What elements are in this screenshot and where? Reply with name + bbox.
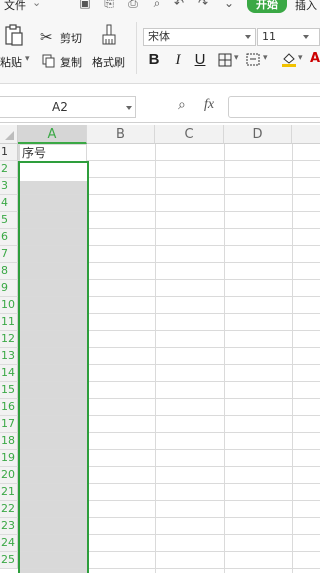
export-icon[interactable]: ⎘	[102, 0, 116, 10]
copy-button[interactable]: 复制	[60, 54, 82, 70]
row-header-12[interactable]: 12	[0, 331, 18, 348]
scissors-icon[interactable]: ✂	[40, 28, 53, 46]
column-header-d[interactable]: D	[224, 125, 292, 144]
cell-a1[interactable]: 序号	[20, 145, 86, 161]
tab-start[interactable]: 开始	[247, 0, 287, 13]
tab-insert[interactable]: 插入	[295, 0, 317, 13]
column-header-b[interactable]: B	[87, 125, 155, 144]
save-icon[interactable]: ▣	[78, 0, 92, 10]
row-header-17[interactable]: 17	[0, 416, 18, 433]
file-menu[interactable]: 文件	[4, 0, 26, 13]
grid-line	[224, 144, 225, 573]
grid-line	[292, 144, 293, 573]
selection-range-border	[18, 161, 89, 573]
format-painter-button[interactable]: 格式刷	[92, 54, 125, 70]
fill-color-icon[interactable]	[281, 51, 297, 68]
row-header-24[interactable]: 24	[0, 535, 18, 552]
name-box[interactable]: A2	[0, 96, 136, 118]
print-icon[interactable]: ⎙	[126, 0, 140, 10]
paste-icon[interactable]	[4, 24, 24, 46]
row-header-4[interactable]: 4	[0, 195, 18, 212]
fill-color-dropdown-icon[interactable]: ▾	[298, 53, 303, 63]
row-header-3[interactable]: 3	[0, 178, 18, 195]
underline-button[interactable]: U	[191, 50, 209, 70]
merge-dropdown-icon[interactable]: ▾	[263, 53, 268, 63]
row-header-13[interactable]: 13	[0, 348, 18, 365]
chevron-down-icon	[126, 106, 132, 110]
copy-icon[interactable]	[42, 54, 56, 68]
row-header-19[interactable]: 19	[0, 450, 18, 467]
font-name-select[interactable]: 宋体	[143, 28, 256, 46]
column-header-e[interactable]	[292, 125, 320, 144]
print-preview-icon[interactable]: ⌕	[150, 0, 164, 10]
row-header-23[interactable]: 23	[0, 518, 18, 535]
font-color-icon[interactable]: A	[310, 51, 320, 66]
file-menu-chevron-icon[interactable]: ⌄	[32, 0, 41, 9]
ribbon: 粘贴 ▾ ✂ 剪切 复制 格式刷 宋体 11 B I U ▾ ▾ ▾ A	[0, 16, 320, 84]
column-header-a[interactable]: A	[18, 125, 87, 144]
row-header-9[interactable]: 9	[0, 280, 18, 297]
fx-icon[interactable]: fx	[204, 97, 214, 113]
bold-button[interactable]: B	[145, 50, 163, 70]
column-header-c[interactable]: C	[155, 125, 224, 144]
row-header-21[interactable]: 21	[0, 484, 18, 501]
format-painter-icon[interactable]	[100, 24, 118, 46]
row-header-14[interactable]: 14	[0, 365, 18, 382]
row-header-11[interactable]: 11	[0, 314, 18, 331]
italic-button[interactable]: I	[169, 50, 187, 70]
row-header-10[interactable]: 10	[0, 297, 18, 314]
row-header-1[interactable]: 1	[0, 144, 18, 161]
redo-icon[interactable]: ↷	[196, 0, 210, 10]
font-size-select[interactable]: 11	[257, 28, 320, 46]
font-name-value: 宋体	[148, 30, 170, 43]
chevron-down-icon	[303, 35, 309, 39]
row-header-6[interactable]: 6	[0, 229, 18, 246]
row-header-22[interactable]: 22	[0, 501, 18, 518]
ribbon-divider	[136, 22, 137, 74]
row-header-20[interactable]: 20	[0, 467, 18, 484]
customize-toolbar-icon[interactable]: ⌄	[222, 0, 236, 10]
border-icon[interactable]	[218, 53, 232, 67]
chevron-down-icon	[245, 35, 251, 39]
row-header-7[interactable]: 7	[0, 246, 18, 263]
formula-bar: A2 ⌕ fx	[0, 84, 320, 123]
row-header-8[interactable]: 8	[0, 263, 18, 280]
undo-icon[interactable]: ↶	[172, 0, 186, 10]
top-menu-bar: 文件 ⌄ ▣ ⎘ ⎙ ⌕ ↶ ↷ ⌄ 开始 插入	[0, 0, 320, 16]
paste-button[interactable]: 粘贴	[0, 54, 22, 70]
grid-line	[155, 144, 156, 573]
row-header-15[interactable]: 15	[0, 382, 18, 399]
row-header-18[interactable]: 18	[0, 433, 18, 450]
row-header-25[interactable]: 25	[0, 552, 18, 569]
merge-cells-icon[interactable]	[246, 53, 262, 67]
cut-button[interactable]: 剪切	[60, 30, 82, 46]
row-header-5[interactable]: 5	[0, 212, 18, 229]
zoom-search-icon[interactable]: ⌕	[178, 97, 186, 113]
formula-input[interactable]	[228, 96, 320, 118]
font-size-value: 11	[262, 30, 276, 43]
spreadsheet-grid: A B C D 1 2 3 4 5 6 7 8 9 10 11 12 13 14 15 16 17 18 19 20 2…	[0, 125, 320, 573]
border-dropdown-icon[interactable]: ▾	[234, 53, 239, 63]
row-header-2[interactable]: 2	[0, 161, 18, 178]
row-header-16[interactable]: 16	[0, 399, 18, 416]
select-all-corner[interactable]	[0, 125, 18, 144]
paste-dropdown-icon[interactable]: ▾	[25, 54, 30, 64]
cell-reference: A2	[52, 100, 68, 114]
